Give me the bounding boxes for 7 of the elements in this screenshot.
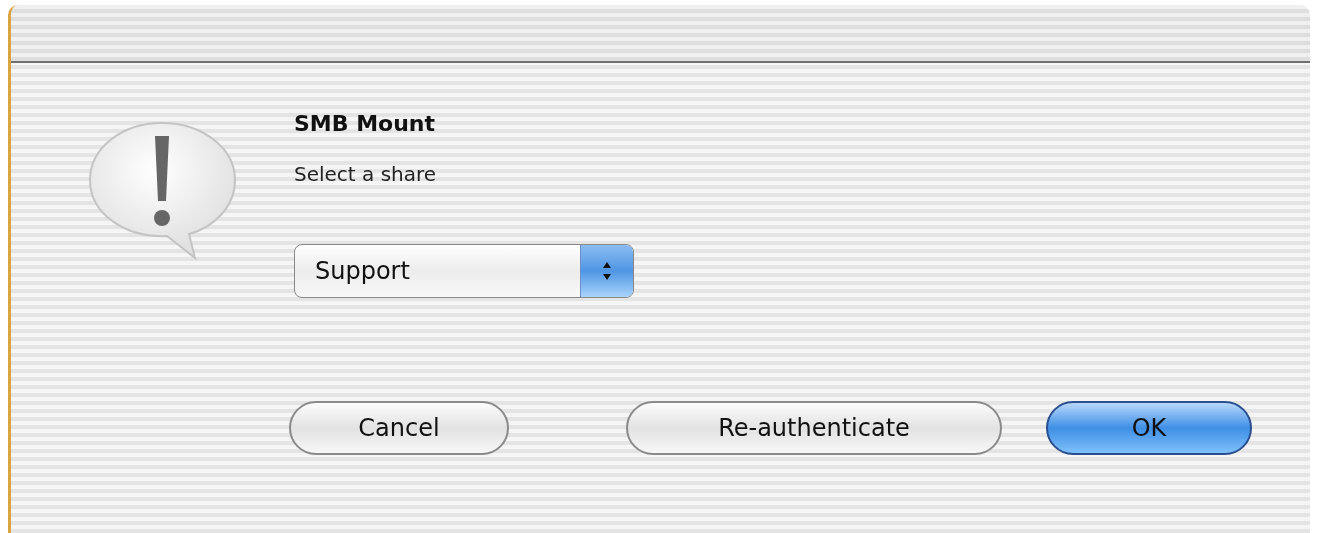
dialog-message: Select a share [294,162,438,186]
dialog-button[interactable]: Cancel [289,401,509,455]
dialog-title: SMB Mount [294,111,436,136]
dialog-button[interactable]: Re-authenticate [626,401,1002,455]
dialog-button[interactable]: OK [1046,401,1252,455]
stepper-arrows-icon [580,245,633,297]
share-popup[interactable]: Support [294,244,634,298]
